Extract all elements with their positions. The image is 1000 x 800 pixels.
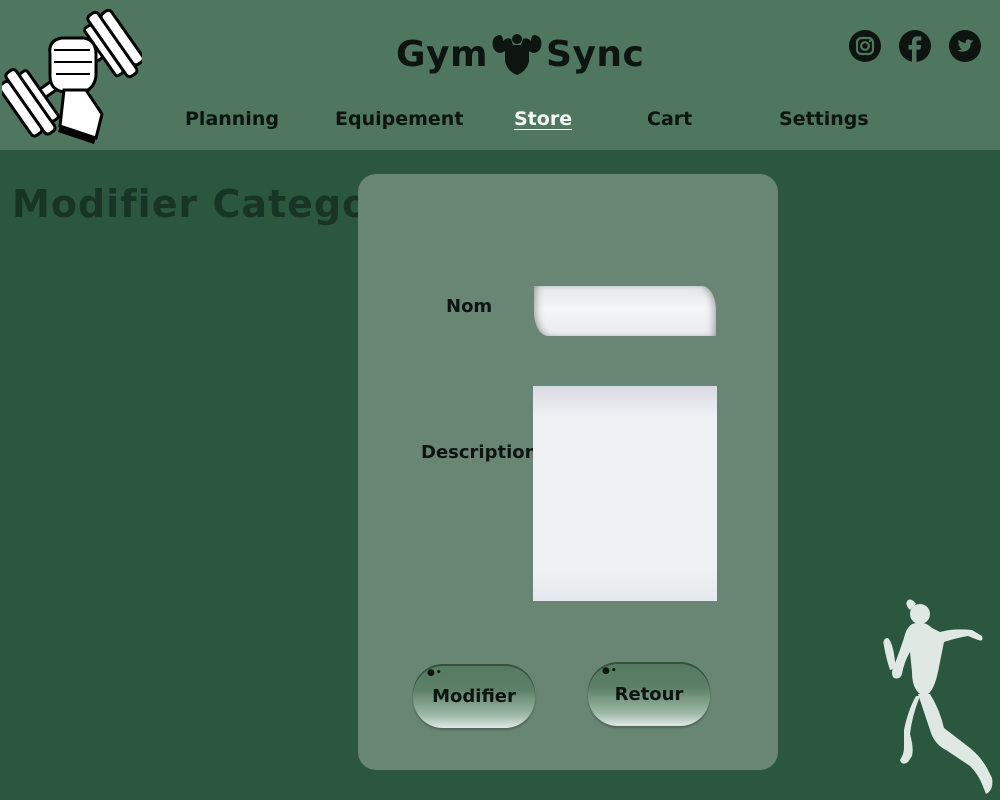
back-button[interactable]: ●• Retour [588,662,710,726]
instagram-icon[interactable] [848,24,882,68]
nav-item-planning[interactable]: Planning [185,108,279,130]
modify-button-label: Modifier [432,685,516,707]
nav-item-cart[interactable]: Cart [647,108,692,130]
description-label: Description [421,442,538,463]
modify-button[interactable]: ●• Modifier [413,664,535,728]
main-nav: Planning Equipement Store Cart Settings [0,108,1000,138]
header: Gym Sync Planning Equipement Store Cart … [0,0,1000,150]
brand-text-right: Sync [546,33,645,75]
edit-category-form: Nom Description ●• Modifier ●• Retour [358,174,778,770]
social-links [848,24,982,68]
description-textarea[interactable] [533,386,717,601]
nav-item-settings[interactable]: Settings [779,108,869,130]
brand-logo[interactable]: Gym Sync [396,28,644,80]
brand-text-left: Gym [396,33,489,75]
twitter-icon[interactable] [948,24,982,68]
nom-label: Nom [446,296,493,317]
runner-silhouette-icon [883,599,993,794]
nav-item-store[interactable]: Store [514,108,572,130]
back-button-label: Retour [614,683,684,705]
bodybuilder-icon [492,34,542,75]
nom-input[interactable] [534,286,716,336]
nav-item-equipement[interactable]: Equipement [335,108,463,130]
button-shine-dots: ●• [427,668,443,678]
button-shine-dots: ●• [602,666,618,676]
facebook-icon[interactable] [898,24,932,68]
